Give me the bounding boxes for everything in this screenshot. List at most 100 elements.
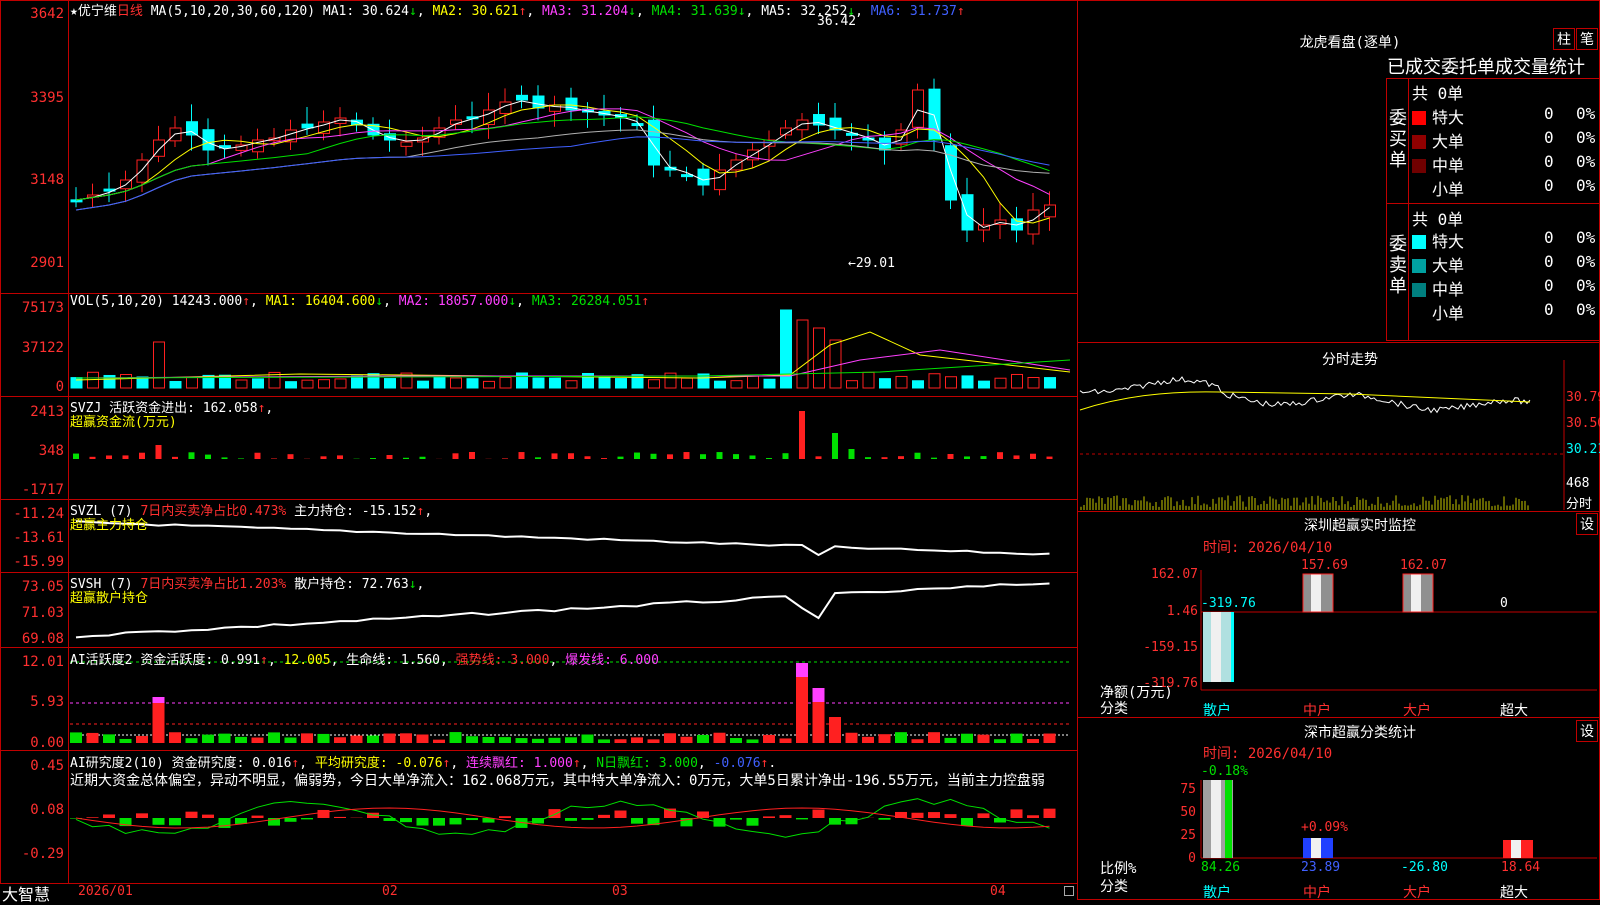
period-label[interactable]: 日线 — [117, 4, 143, 19]
date-tick: 04 — [990, 884, 1006, 899]
vol-y-tick: 0 — [0, 379, 68, 395]
sz-class-settings-button[interactable]: 设 — [1576, 720, 1598, 742]
tick-mode-button[interactable]: 笔 — [1576, 28, 1598, 50]
flow-bar — [766, 458, 772, 459]
flow-bar — [832, 433, 838, 459]
lhb-row-value: 0 — [1544, 176, 1554, 195]
research-bar — [978, 813, 990, 818]
main-y-tick: 2901 — [0, 255, 68, 271]
activity-bar — [87, 733, 99, 743]
stock-name: 优宁维 — [78, 4, 117, 19]
vol-y-tick: 37122 — [0, 340, 68, 356]
research-bar — [945, 814, 957, 818]
research-bar — [813, 810, 825, 818]
activity-bar — [994, 739, 1006, 743]
flow-bar — [1030, 454, 1036, 459]
buy-side-label: 委买单 — [1389, 108, 1407, 171]
main-holding-line — [76, 521, 1050, 555]
activity-bar — [186, 738, 198, 743]
color-swatch-icon — [1412, 159, 1426, 173]
candle-body — [913, 90, 924, 127]
volume-bar — [517, 373, 528, 388]
color-swatch-icon — [1412, 283, 1426, 297]
research-bar — [1011, 809, 1023, 818]
lhb-row-value: 0 — [1544, 276, 1554, 295]
svzj-y-tick: -1717 — [0, 482, 68, 498]
volume-bar — [302, 380, 313, 388]
research-bar — [169, 818, 181, 825]
lhb-row-percent: 0% — [1576, 128, 1595, 147]
volume-bar — [385, 379, 396, 388]
sz-val-chaoda: 0 — [1500, 596, 1508, 611]
activity-bar — [747, 739, 759, 743]
flow-bar — [700, 454, 706, 459]
volume-bar — [995, 378, 1006, 388]
sz-monitor-cat-label: 分类 — [1100, 698, 1128, 718]
activity-bar — [433, 740, 445, 743]
candle-body — [533, 96, 544, 108]
lock-icon[interactable] — [1064, 886, 1074, 896]
candle-body — [187, 122, 198, 135]
lhb-row-percent: 0% — [1576, 176, 1595, 195]
research-bar — [450, 818, 462, 824]
research-bar — [433, 818, 445, 826]
research-bar — [763, 816, 775, 818]
lhb-row-percent: 0% — [1576, 252, 1595, 271]
candle-body — [632, 124, 643, 126]
candle-body — [137, 160, 148, 182]
volume-bar — [319, 380, 330, 388]
sz-class-title: 深市超赢分类统计 — [1260, 722, 1460, 742]
candle-body — [929, 89, 940, 140]
bar-mode-button[interactable]: 柱 — [1553, 28, 1575, 50]
lhb-row-buy: 大单 — [1412, 128, 1464, 152]
flow-bar — [634, 453, 640, 459]
intraday-vol-tick: 468 — [1566, 476, 1589, 491]
flow-bar — [535, 457, 541, 459]
flow-bar — [931, 458, 937, 459]
sz-class-cat: 大户 — [1403, 882, 1431, 902]
color-swatch-icon — [1412, 111, 1426, 125]
sz-monitor-y-tick: 162.07 — [1138, 567, 1198, 582]
flow-bar — [898, 456, 904, 459]
lhb-row-value: 0 — [1544, 252, 1554, 271]
lhb-subtitle: 已成交委托单成交量统计 — [1387, 53, 1585, 79]
volume-bar — [731, 381, 742, 388]
favorite-star-icon[interactable]: ★ — [70, 4, 78, 19]
activity-bar — [483, 737, 495, 743]
activity-bar — [582, 735, 594, 743]
volume-bar — [748, 376, 759, 388]
activity-bar — [928, 732, 940, 743]
ma-line — [76, 117, 1050, 200]
flow-bar — [502, 458, 508, 459]
activity-bar — [219, 734, 231, 743]
sell-side-label: 委卖单 — [1389, 234, 1407, 297]
flow-bar — [288, 454, 294, 459]
activity-bar — [417, 735, 429, 743]
flow-bar — [750, 455, 756, 459]
volume-bar — [500, 377, 511, 388]
svzl-y-tick: -11.24 — [0, 506, 68, 522]
svsh-sub: 超赢散户持仓 — [70, 587, 148, 606]
sz-monitor-time: 时间: 2026/04/10 — [1203, 537, 1332, 557]
lhb-row-percent: 0% — [1576, 300, 1595, 319]
low-price-label: ←29.01 — [848, 256, 895, 271]
ma-line — [76, 109, 1050, 200]
ai2-y-tick: -0.29 — [0, 846, 68, 862]
lhb-row-value: 0 — [1544, 104, 1554, 123]
ma-line — [76, 105, 1050, 223]
flow-bar — [783, 453, 789, 459]
ai1-y-tick: 0.00 — [0, 735, 68, 751]
volume-bar — [962, 376, 973, 388]
main-y-tick: 3148 — [0, 172, 68, 188]
color-swatch-icon — [1412, 135, 1426, 149]
activity-bar — [153, 697, 165, 743]
flow-bar — [552, 453, 558, 459]
flow-bar — [453, 453, 459, 459]
sz-class-bottom: 84.26 — [1201, 860, 1240, 875]
volume-header: VOL(5,10,20) 14243.000↑, MA1: 16404.600↓… — [70, 294, 649, 309]
ai-research-header: AI研究度2(10) 资金研究度: 0.016↑, 平均研究度: -0.076↑… — [70, 752, 776, 771]
sz-monitor-settings-button[interactable]: 设 — [1576, 513, 1598, 535]
activity-bar — [846, 733, 858, 743]
volume-bar — [797, 320, 808, 388]
sz-monitor-y-tick: -159.15 — [1138, 640, 1198, 655]
